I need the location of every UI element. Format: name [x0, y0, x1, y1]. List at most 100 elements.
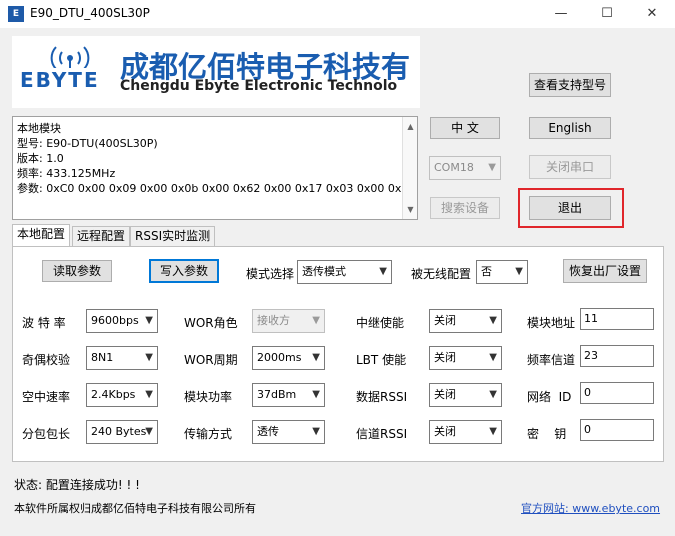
- module-power-value: 37dBm: [257, 388, 297, 401]
- chevron-down-icon: ▼: [145, 389, 153, 400]
- channel-rssi-select[interactable]: 关闭 ▼: [429, 420, 502, 444]
- transfer-mode-select[interactable]: 透传 ▼: [252, 420, 325, 444]
- lbt-enable-value: 关闭: [434, 351, 456, 364]
- chevron-down-icon: ▼: [145, 315, 153, 326]
- chevron-down-icon: ▼: [489, 426, 497, 437]
- wor-period-select[interactable]: 2000ms ▼: [252, 346, 325, 370]
- relay-enable-select[interactable]: 关闭 ▼: [429, 309, 502, 333]
- chevron-down-icon: ▼: [489, 315, 497, 326]
- packet-length-label: 分包包长: [22, 427, 71, 441]
- packet-length-value: 240 Bytes: [91, 425, 147, 438]
- wireless-signal-icon: [50, 46, 90, 68]
- air-rate-label: 空中速率: [22, 390, 71, 404]
- search-device-button[interactable]: 搜索设备: [430, 197, 500, 219]
- parity-label: 奇偶校验: [22, 353, 71, 367]
- company-name-en: Chengdu Ebyte Electronic Technolo: [120, 78, 398, 94]
- close-button[interactable]: ✕: [629, 0, 675, 28]
- baud-rate-select[interactable]: 9600bps ▼: [86, 309, 158, 333]
- minimize-button[interactable]: —: [538, 0, 584, 28]
- factory-reset-button[interactable]: 恢复出厂设置: [563, 259, 647, 283]
- mode-label: 模式选择: [246, 267, 295, 281]
- chevron-down-icon: ▼: [312, 352, 320, 363]
- air-rate-select[interactable]: 2.4Kbps ▼: [86, 383, 158, 407]
- wor-role-label: WOR角色: [184, 316, 238, 330]
- supported-models-button[interactable]: 查看支持型号: [529, 73, 611, 97]
- tab-local-config[interactable]: 本地配置: [12, 224, 71, 247]
- lbt-enable-select[interactable]: 关闭 ▼: [429, 346, 502, 370]
- close-port-button[interactable]: 关闭串口: [529, 155, 611, 179]
- data-rssi-select[interactable]: 关闭 ▼: [429, 383, 502, 407]
- chevron-down-icon: ▼: [312, 315, 320, 326]
- chevron-down-icon: ▼: [379, 266, 387, 277]
- packet-length-select[interactable]: 240 Bytes ▼: [86, 420, 158, 444]
- com-port-value: COM18: [434, 161, 474, 174]
- relay-enable-label: 中继使能: [356, 316, 405, 330]
- key-label: 密 钥: [527, 427, 567, 441]
- scroll-up-icon[interactable]: ▲: [403, 119, 418, 134]
- channel-rssi-label: 信道RSSI: [356, 427, 408, 441]
- title-bar: E E90_DTU_400SL30P — ☐ ✕: [0, 0, 675, 28]
- brand-logo-text: EBYTE: [20, 68, 100, 92]
- module-power-select[interactable]: 37dBm ▼: [252, 383, 325, 407]
- window-title: E90_DTU_400SL30P: [30, 6, 150, 20]
- chevron-down-icon: ▼: [489, 389, 497, 400]
- transfer-mode-label: 传输方式: [184, 427, 233, 441]
- wireless-config-value: 否: [481, 265, 492, 278]
- baud-rate-label: 波 特 率: [22, 316, 66, 330]
- chevron-down-icon: ▼: [515, 266, 523, 277]
- network-id-label: 网络 ID: [527, 390, 572, 404]
- app-icon: E: [8, 6, 24, 22]
- website-link[interactable]: 官方网站: www.ebyte.com: [521, 500, 660, 516]
- wireless-config-label: 被无线配置: [411, 267, 472, 281]
- status-text: 状态: 配置连接成功! ! !: [14, 478, 140, 492]
- maximize-button[interactable]: ☐: [584, 0, 630, 28]
- lbt-enable-label: LBT 使能: [356, 353, 407, 367]
- data-rssi-value: 关闭: [434, 388, 456, 401]
- chevron-down-icon: ▼: [145, 426, 153, 437]
- chevron-down-icon: ▼: [489, 352, 497, 363]
- info-line: 参数: 0xC0 0x00 0x09 0x00 0x0b 0x00 0x62 0…: [17, 182, 416, 195]
- info-line: 本地模块: [17, 122, 61, 135]
- info-line: 频率: 433.125MHz: [17, 167, 116, 180]
- wireless-config-select[interactable]: 否 ▼: [476, 260, 528, 284]
- write-params-button[interactable]: 写入参数: [149, 259, 219, 283]
- frequency-channel-input[interactable]: 23: [580, 345, 654, 367]
- wor-role-value: 接收方: [257, 314, 290, 327]
- chevron-down-icon: ▼: [312, 389, 320, 400]
- read-params-button[interactable]: 读取参数: [42, 260, 112, 282]
- wor-period-value: 2000ms: [257, 351, 302, 364]
- company-banner: EBYTE 成都亿佰特电子科技有 Chengdu Ebyte Electroni…: [12, 36, 420, 108]
- parity-select[interactable]: 8N1 ▼: [86, 346, 158, 370]
- air-rate-value: 2.4Kbps: [91, 388, 136, 401]
- english-button[interactable]: English: [529, 117, 611, 139]
- copyright-text: 本软件所属权归成都亿佰特电子科技有限公司所有: [14, 502, 256, 515]
- info-line: 版本: 1.0: [17, 152, 64, 165]
- scroll-down-icon[interactable]: ▼: [403, 202, 418, 217]
- network-id-input[interactable]: 0: [580, 382, 654, 404]
- exit-highlight-box: [518, 188, 624, 228]
- module-info-box[interactable]: 本地模块 型号: E90-DTU(400SL30P) 版本: 1.0 频率: 4…: [12, 116, 418, 220]
- module-address-label: 模块地址: [527, 316, 576, 330]
- info-scrollbar[interactable]: ▲ ▼: [402, 117, 417, 219]
- info-line: 型号: E90-DTU(400SL30P): [17, 137, 158, 150]
- key-input[interactable]: 0: [580, 419, 654, 441]
- chevron-down-icon: ▼: [312, 426, 320, 437]
- mode-value: 透传模式: [302, 265, 346, 278]
- chevron-down-icon: ▼: [488, 162, 496, 173]
- mode-select[interactable]: 透传模式 ▼: [297, 260, 392, 284]
- module-power-label: 模块功率: [184, 390, 233, 404]
- com-port-select[interactable]: COM18 ▼: [429, 156, 501, 180]
- channel-rssi-value: 关闭: [434, 425, 456, 438]
- relay-enable-value: 关闭: [434, 314, 456, 327]
- frequency-channel-label: 频率信道: [527, 353, 576, 367]
- wor-role-select[interactable]: 接收方 ▼: [252, 309, 325, 333]
- transfer-mode-value: 透传: [257, 425, 279, 438]
- data-rssi-label: 数据RSSI: [356, 390, 408, 404]
- wor-period-label: WOR周期: [184, 353, 238, 367]
- chinese-button[interactable]: 中 文: [430, 117, 500, 139]
- module-address-input[interactable]: 11: [580, 308, 654, 330]
- chevron-down-icon: ▼: [145, 352, 153, 363]
- baud-rate-value: 9600bps: [91, 314, 139, 327]
- tab-rssi-monitor[interactable]: RSSI实时监测: [130, 226, 216, 247]
- tab-remote-config[interactable]: 远程配置: [72, 226, 131, 247]
